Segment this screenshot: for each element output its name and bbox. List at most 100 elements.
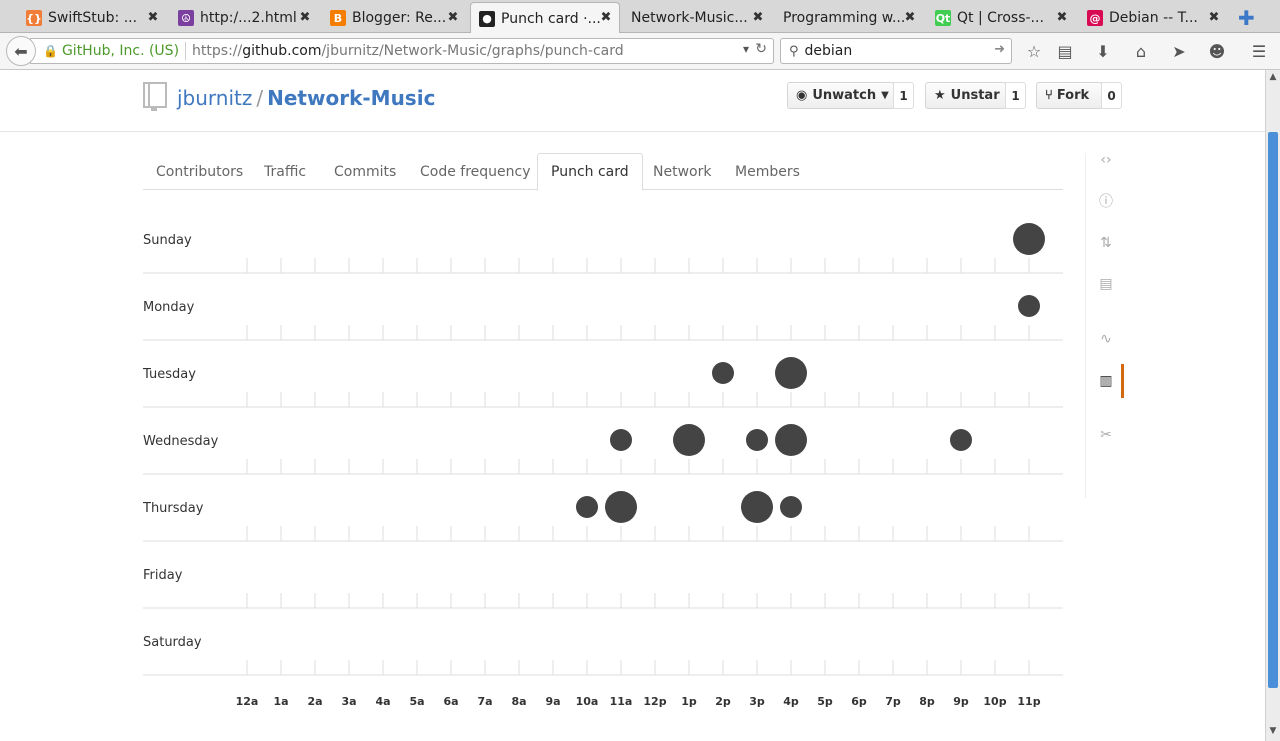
menu-icon[interactable]: ☰ xyxy=(1249,41,1269,61)
punch-dot[interactable] xyxy=(950,429,972,451)
back-arrow-icon: ⬅ xyxy=(14,41,28,61)
punch-dot[interactable] xyxy=(712,362,734,384)
close-tab-icon[interactable]: ✖ xyxy=(298,10,312,25)
fork-label: Fork xyxy=(1056,88,1090,103)
browser-tab[interactable]: ● Punch card ·... ✖ xyxy=(470,2,620,34)
tab-members[interactable]: Members xyxy=(722,153,813,190)
swiftstub-icon: {} xyxy=(26,10,42,26)
hour-label: 3p xyxy=(749,695,765,708)
day-label: Friday xyxy=(143,568,183,583)
site-identity[interactable]: GitHub, Inc. (US) xyxy=(62,43,179,59)
tab-title: Programming w... xyxy=(783,10,906,26)
share-icon[interactable]: ➤ xyxy=(1169,41,1189,61)
unwatch-button[interactable]: ◉ Unwatch ▼ xyxy=(787,82,894,109)
reading-list-icon[interactable]: ▤ xyxy=(1055,41,1075,61)
hour-label: 11p xyxy=(1017,695,1040,708)
browser-tab[interactable]: @ Debian -- T... ✖ xyxy=(1079,3,1227,33)
watch-count[interactable]: 1 xyxy=(893,82,914,109)
unstar-button[interactable]: ★ Unstar xyxy=(925,82,1006,109)
punch-dot[interactable] xyxy=(610,429,632,451)
close-tab-icon[interactable]: ✖ xyxy=(903,10,917,25)
browser-tab[interactable]: Qt Qt | Cross-... ✖ xyxy=(927,3,1075,33)
browser-tab[interactable]: Network-Music... ✖ xyxy=(623,3,771,33)
peace-icon: ☮ xyxy=(178,10,194,26)
fork-icon: ⑂ xyxy=(1045,88,1053,103)
star-count[interactable]: 1 xyxy=(1005,82,1026,109)
tab-title: Network-Music... xyxy=(631,10,748,26)
browser-tab[interactable]: {} SwiftStub: ... ✖ xyxy=(18,3,166,33)
punch-dot[interactable] xyxy=(1018,295,1040,317)
search-go-icon[interactable]: ➜ xyxy=(994,42,1005,57)
tab-network[interactable]: Network xyxy=(640,153,724,190)
url-text[interactable]: https://github.com/jburnitz/Network-Musi… xyxy=(192,43,624,59)
star-icon: ★ xyxy=(934,88,946,103)
hour-label: 11a xyxy=(610,695,633,708)
punch-dot[interactable] xyxy=(576,496,598,518)
issues-icon[interactable]: ⓘ xyxy=(1096,191,1116,211)
hour-label: 5p xyxy=(817,695,833,708)
settings-icon[interactable]: ✂ xyxy=(1096,425,1116,445)
browser-tab[interactable]: B Blogger: Re... ✖ xyxy=(322,3,466,33)
pulse-icon[interactable]: ∿ xyxy=(1096,329,1116,349)
graphs-icon[interactable]: ▥ xyxy=(1096,371,1116,391)
punch-dot[interactable] xyxy=(746,429,768,451)
repo-title: jburnitz / Network-Music xyxy=(177,86,435,110)
punch-dot[interactable] xyxy=(780,496,802,518)
tab-contributors[interactable]: Contributors xyxy=(143,153,256,190)
tab-punch-card[interactable]: Punch card xyxy=(537,153,643,191)
blogger-icon: B xyxy=(330,10,346,26)
page-content: jburnitz / Network-Music ◉ Unwatch ▼ 1 ★ Unst… xyxy=(0,70,1265,741)
scrollbar-thumb[interactable] xyxy=(1268,132,1278,688)
url-bar[interactable]: 🔒 GitHub, Inc. (US) https://github.com/j… xyxy=(30,38,774,64)
chat-icon[interactable]: ☻ xyxy=(1207,41,1227,61)
scroll-up-icon[interactable]: ▲ xyxy=(1268,72,1278,82)
punch-dot[interactable] xyxy=(605,491,637,523)
repo-slash: / xyxy=(256,86,264,110)
fork-count[interactable]: 0 xyxy=(1101,82,1122,109)
tab-code-frequency[interactable]: Code frequency xyxy=(407,153,544,190)
hour-label: 4a xyxy=(375,695,390,708)
close-tab-icon[interactable]: ✖ xyxy=(751,10,765,25)
home-icon[interactable]: ⌂ xyxy=(1131,41,1151,61)
tab-commits[interactable]: Commits xyxy=(321,153,409,190)
hour-label: 10p xyxy=(983,695,1006,708)
hour-label: 6p xyxy=(851,695,867,708)
code-icon[interactable]: ‹› xyxy=(1096,150,1116,170)
github-icon: ● xyxy=(479,10,495,27)
back-button[interactable]: ⬅ xyxy=(6,36,36,66)
hour-label: 2a xyxy=(307,695,322,708)
repo-owner-link[interactable]: jburnitz xyxy=(177,86,252,110)
url-dropdown-icon[interactable]: ▾ xyxy=(743,42,749,56)
day-label: Monday xyxy=(143,300,195,315)
chevron-down-icon: ▼ xyxy=(881,90,889,101)
tab-traffic[interactable]: Traffic xyxy=(251,153,319,190)
close-tab-icon[interactable]: ✖ xyxy=(1055,10,1069,25)
unwatch-label: Unwatch xyxy=(812,88,877,103)
bookmark-star-icon[interactable]: ☆ xyxy=(1024,41,1044,61)
hour-label: 7a xyxy=(477,695,492,708)
pull-request-icon[interactable]: ⇅ xyxy=(1096,233,1116,253)
punch-dot[interactable] xyxy=(775,357,807,389)
punch-dot[interactable] xyxy=(1013,223,1045,255)
unstar-label: Unstar xyxy=(950,88,1000,103)
download-icon[interactable]: ⬇ xyxy=(1093,41,1113,61)
punch-dot[interactable] xyxy=(741,491,773,523)
new-tab-button[interactable]: ✚ xyxy=(1238,6,1255,30)
hour-label: 7p xyxy=(885,695,901,708)
fork-button[interactable]: ⑂ Fork xyxy=(1036,82,1102,109)
browser-tab[interactable]: ☮ http:/...2.html ✖ xyxy=(170,3,318,33)
reload-icon[interactable]: ↻ xyxy=(755,41,767,57)
close-tab-icon[interactable]: ✖ xyxy=(446,10,460,25)
close-tab-icon[interactable]: ✖ xyxy=(599,10,613,25)
close-tab-icon[interactable]: ✖ xyxy=(1207,10,1221,25)
close-tab-icon[interactable]: ✖ xyxy=(146,10,160,25)
repo-name-link[interactable]: Network-Music xyxy=(267,86,435,110)
search-bar[interactable]: ⚲ debian ➜ xyxy=(780,38,1012,64)
punch-dot[interactable] xyxy=(673,424,705,456)
scroll-down-icon[interactable]: ▼ xyxy=(1268,726,1278,736)
browser-tab[interactable]: Programming w... ✖ xyxy=(775,3,923,33)
search-input[interactable]: debian xyxy=(805,43,853,59)
punch-dot[interactable] xyxy=(775,424,807,456)
wiki-icon[interactable]: ▤ xyxy=(1096,274,1116,294)
vertical-scrollbar[interactable]: ▲ ▼ xyxy=(1265,70,1280,741)
